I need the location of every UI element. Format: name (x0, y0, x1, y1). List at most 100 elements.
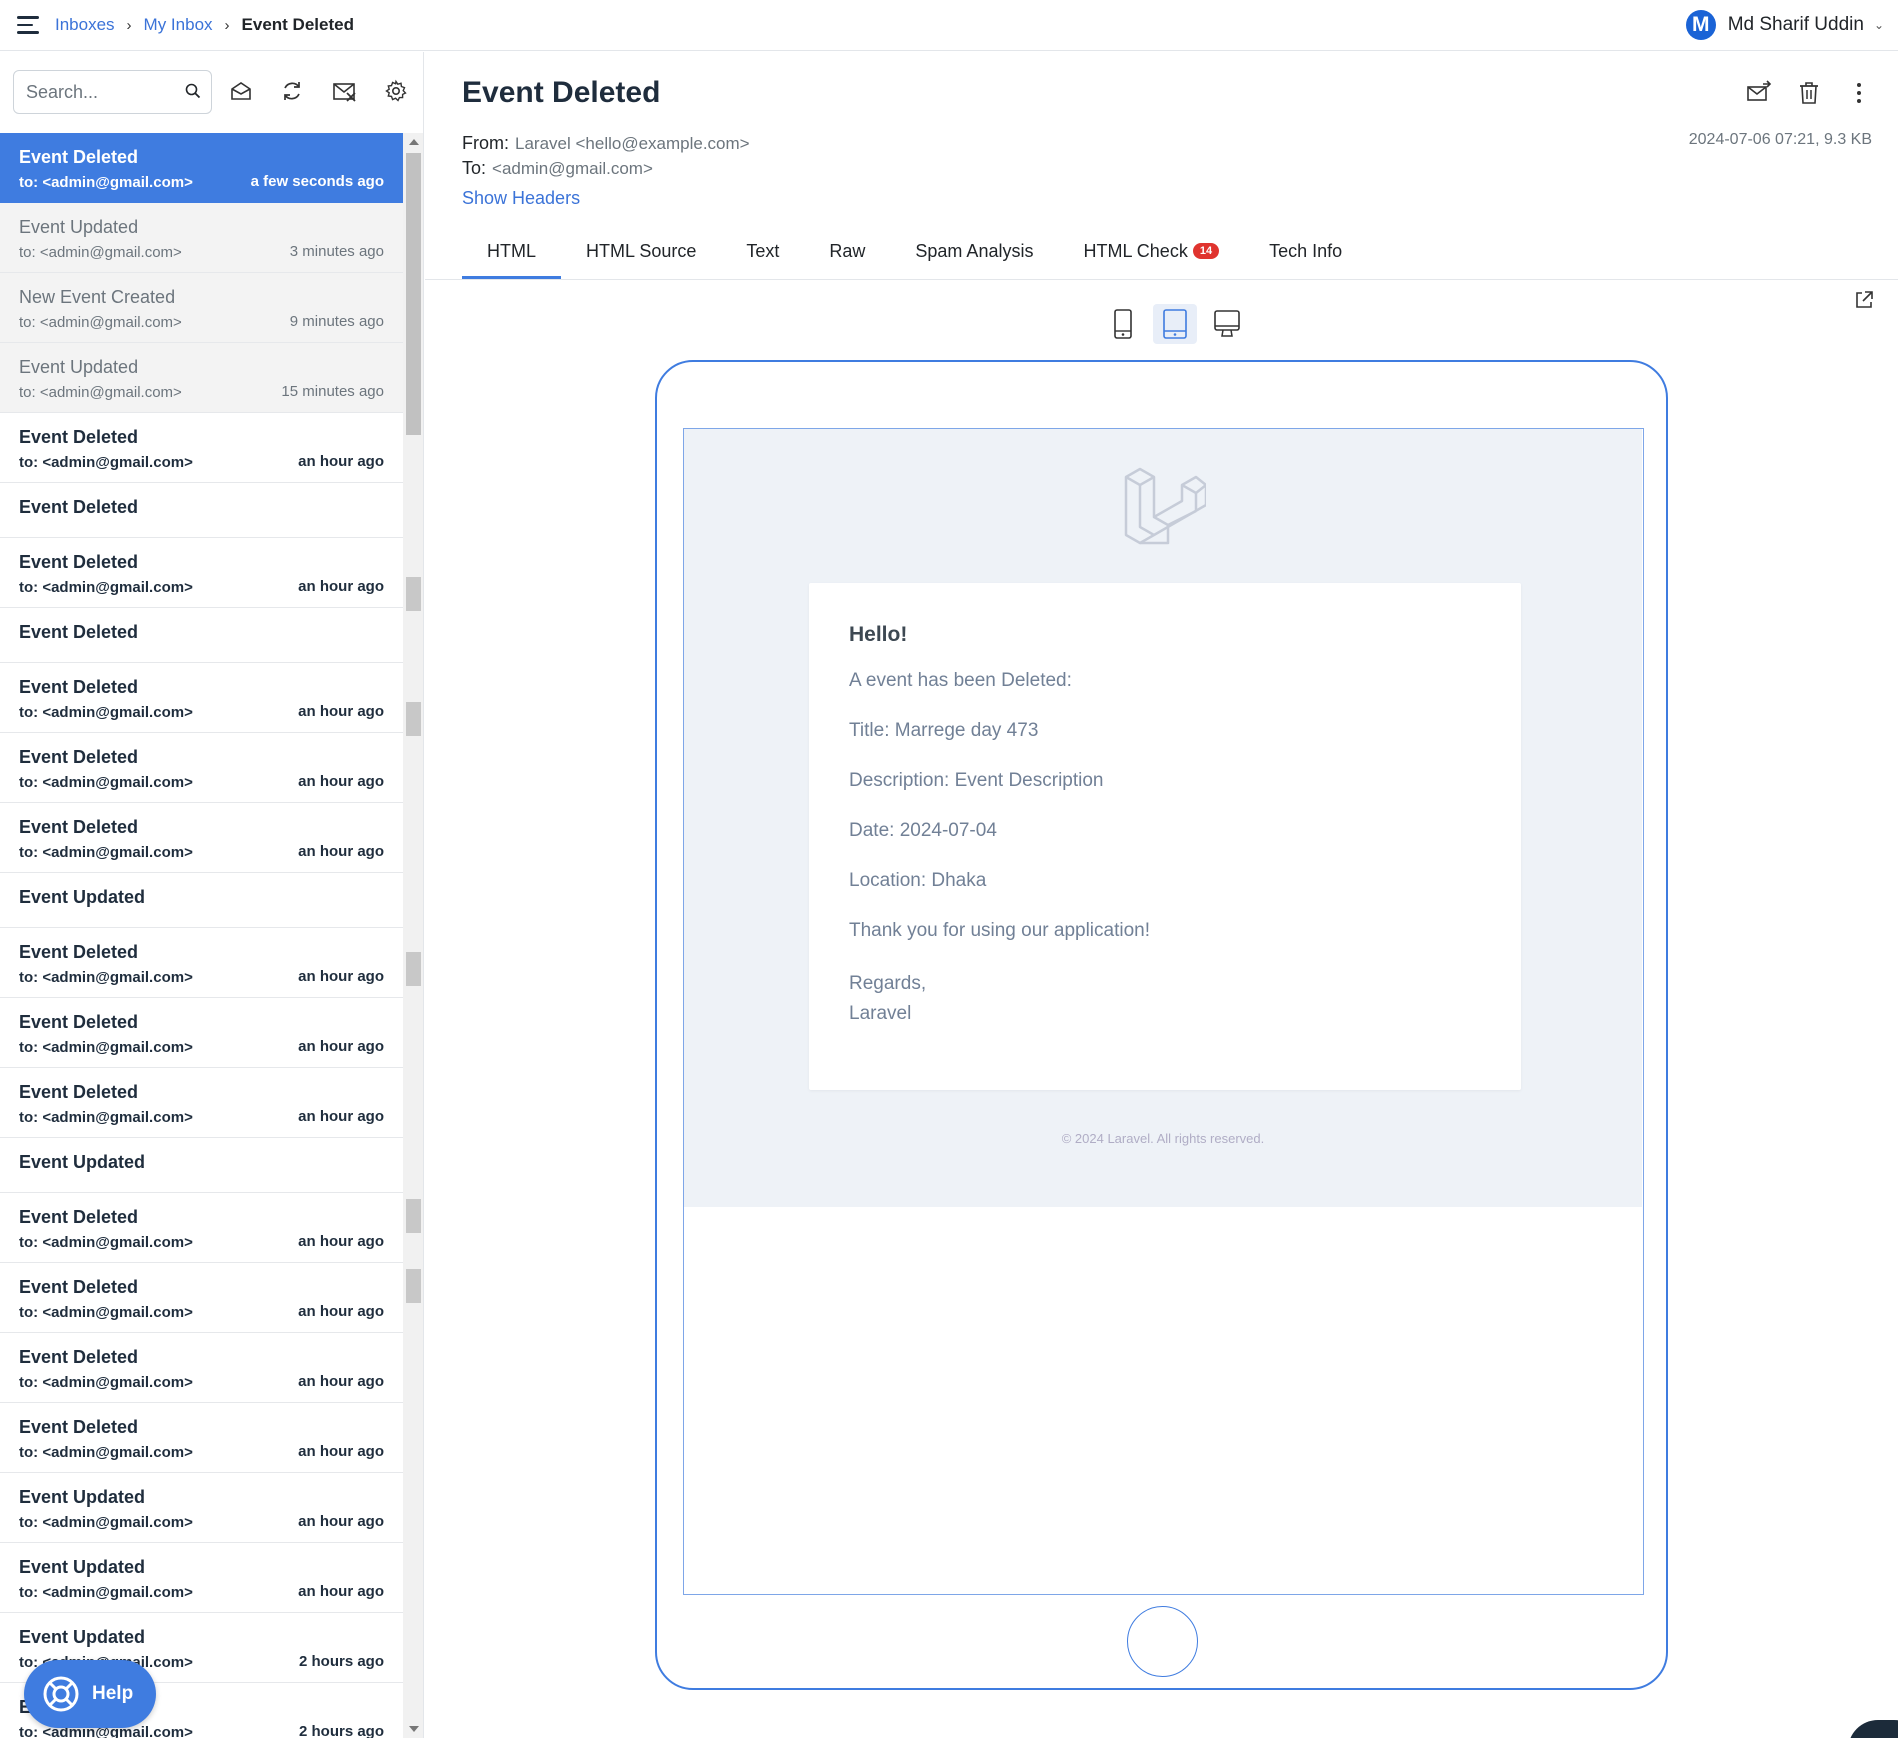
tab-html[interactable]: HTML (462, 222, 561, 280)
message-time: an hour ago (298, 968, 384, 985)
tab-text[interactable]: Text (721, 222, 804, 280)
message-list-item[interactable]: Event Deleted to: <admin@gmail.com> an hou… (0, 538, 403, 608)
message-subject-label: Event Deleted (19, 1417, 139, 1437)
email-regards: Regards, (849, 973, 927, 994)
message-time: an hour ago (298, 1513, 384, 1530)
scrollbar-marker (406, 1269, 421, 1303)
from-label: From: (462, 133, 509, 153)
email-line: Description: Event Description (849, 770, 1104, 791)
tab-label: HTML (487, 240, 536, 261)
more-options-icon[interactable] (1846, 80, 1872, 106)
message-subject-label: New Event Created (19, 287, 176, 307)
phone-icon (1114, 309, 1132, 339)
device-switcher (1101, 304, 1257, 344)
email-preview: Hello! A event has been Deleted: Title: … (683, 428, 1644, 1595)
gear-icon[interactable] (384, 79, 408, 103)
message-list-item[interactable]: New Event Created to: <admin@gmail.com> 9 … (0, 273, 403, 343)
laravel-logo-icon (1124, 465, 1208, 554)
message-subject-label: Event Deleted (19, 1347, 139, 1367)
message-list-item[interactable]: Event Deleted to: <admin@gmail.com> an hou… (0, 928, 403, 998)
refresh-icon[interactable] (280, 79, 304, 103)
user-menu[interactable]: M Md Sharif Uddin ⌄ (1685, 10, 1884, 40)
search-box (13, 70, 212, 114)
email-signature: Laravel (849, 1003, 912, 1024)
message-list-item[interactable]: Event Deleted to: <admin@gmail.com> an hou… (0, 1333, 403, 1403)
message-subject-label: Event Updated (19, 357, 139, 377)
message-list-item[interactable]: Event Deleted to: <admin@gmail.com> an hou… (0, 663, 403, 733)
message-subject-label: Event Deleted (19, 497, 139, 517)
tab-label: Text (746, 240, 780, 261)
message-subject-label: Event Deleted (19, 1082, 139, 1102)
message-list-item[interactable]: Event Updated (0, 1138, 403, 1193)
message-subject-label: Event Deleted (19, 677, 139, 697)
message-time: an hour ago (298, 453, 384, 470)
scrollbar-thumb[interactable] (406, 153, 421, 435)
email-line: Thank you for using our application! (849, 920, 1151, 941)
open-external-icon[interactable] (1854, 290, 1874, 310)
trash-icon[interactable] (1796, 80, 1822, 106)
breadcrumb-my-inbox[interactable]: My Inbox (144, 15, 213, 35)
message-list-item[interactable]: Event Updated to: <admin@gmail.com> 3 minu… (0, 203, 403, 273)
message-date-size: 2024-07-06 07:21, 9.3 KB (1688, 131, 1872, 148)
message-subject-label: Event Deleted (19, 747, 139, 767)
message-list-item[interactable]: Event Deleted to: <admin@gmail.com> an hou… (0, 803, 403, 873)
tab-tech-info[interactable]: Tech Info (1244, 222, 1367, 280)
phone-view-button[interactable] (1101, 304, 1145, 344)
email-line: Title: Marrege day 473 (849, 720, 1039, 741)
delete-all-icon[interactable] (332, 79, 356, 103)
message-list-item[interactable]: Event Deleted (0, 608, 403, 663)
view-tabs: HTML HTML Source Text Raw Spam Analysis HTML … (462, 222, 1367, 280)
search-input[interactable] (14, 71, 174, 113)
message-list-item[interactable]: Event Deleted to: <admin@gmail.com> an hou… (0, 1193, 403, 1263)
scrollbar-marker (406, 952, 421, 986)
message-subject-label: Event Updated (19, 887, 146, 907)
message-subject-label: Event Deleted (19, 942, 139, 962)
message-time: 15 minutes ago (281, 383, 384, 400)
message-meta: From: Laravel <hello@example.com> To: <adm… (462, 131, 750, 181)
email-footer: © 2024 Laravel. All rights reserved. (1061, 1131, 1265, 1146)
message-time: an hour ago (298, 1303, 384, 1320)
breadcrumb-inboxes[interactable]: Inboxes (55, 15, 115, 35)
breadcrumb-separator: › (224, 16, 230, 34)
tablet-view-button[interactable] (1153, 304, 1197, 344)
tablet-frame: Hello! A event has been Deleted: Title: … (655, 360, 1668, 1690)
message-time: an hour ago (298, 1038, 384, 1055)
message-list-item[interactable]: Event Deleted to: <admin@gmail.com> an hou… (0, 1068, 403, 1138)
scroll-down-icon[interactable] (409, 1726, 419, 1732)
tab-raw[interactable]: Raw (804, 222, 890, 280)
tab-html-source[interactable]: HTML Source (561, 222, 721, 280)
message-subject: Event Deleted (462, 76, 661, 109)
message-list-item[interactable]: Event Deleted to: <admin@gmail.com> a few … (0, 133, 403, 203)
message-list-item[interactable]: Event Updated to: <admin@gmail.com> an hou… (0, 1473, 403, 1543)
message-list-item[interactable]: Event Deleted to: <admin@gmail.com> an hou… (0, 1403, 403, 1473)
menu-icon[interactable] (17, 16, 39, 34)
message-list-item[interactable]: Event Deleted to: <admin@gmail.com> an hou… (0, 998, 403, 1068)
top-bar: Inboxes › My Inbox › Event Deleted M Md … (0, 0, 1898, 51)
forward-icon[interactable] (1746, 80, 1772, 106)
message-time: 9 minutes ago (289, 313, 384, 330)
message-list-item[interactable]: Event Updated to: <admin@gmail.com> an hou… (0, 1543, 403, 1613)
search-icon[interactable] (185, 83, 201, 104)
message-list-item[interactable]: Event Updated (0, 873, 403, 928)
message-list-item[interactable]: Event Deleted to: <admin@gmail.com> an hou… (0, 1263, 403, 1333)
desktop-view-button[interactable] (1205, 304, 1249, 344)
scroll-up-icon[interactable] (409, 139, 419, 145)
message-list-scrollbar[interactable] (403, 133, 423, 1738)
tab-label: HTML Check (1083, 240, 1188, 261)
tab-label: Raw (829, 240, 866, 261)
tab-spam-analysis[interactable]: Spam Analysis (890, 222, 1058, 280)
email-line: A event has been Deleted: (849, 670, 1072, 691)
tabs-divider (425, 279, 1898, 280)
message-list-item[interactable]: Event Updated to: <admin@gmail.com> 15 min… (0, 343, 403, 413)
help-button[interactable]: Help (24, 1660, 156, 1728)
scrollbar-marker (406, 702, 421, 736)
mark-all-read-icon[interactable] (229, 79, 253, 103)
message-list-item[interactable]: Event Deleted to: <admin@gmail.com> an hou… (0, 413, 403, 483)
message-list-item[interactable]: Event Deleted to: <admin@gmail.com> an hou… (0, 733, 403, 803)
tab-html-check[interactable]: HTML Check 14 (1058, 222, 1244, 280)
message-list-item[interactable]: Event Deleted (0, 483, 403, 538)
tab-label: Tech Info (1269, 240, 1343, 261)
breadcrumb: Inboxes › My Inbox › Event Deleted (55, 15, 354, 35)
show-headers-link[interactable]: Show Headers (462, 188, 580, 209)
chat-widget-button[interactable] (1848, 1720, 1898, 1738)
